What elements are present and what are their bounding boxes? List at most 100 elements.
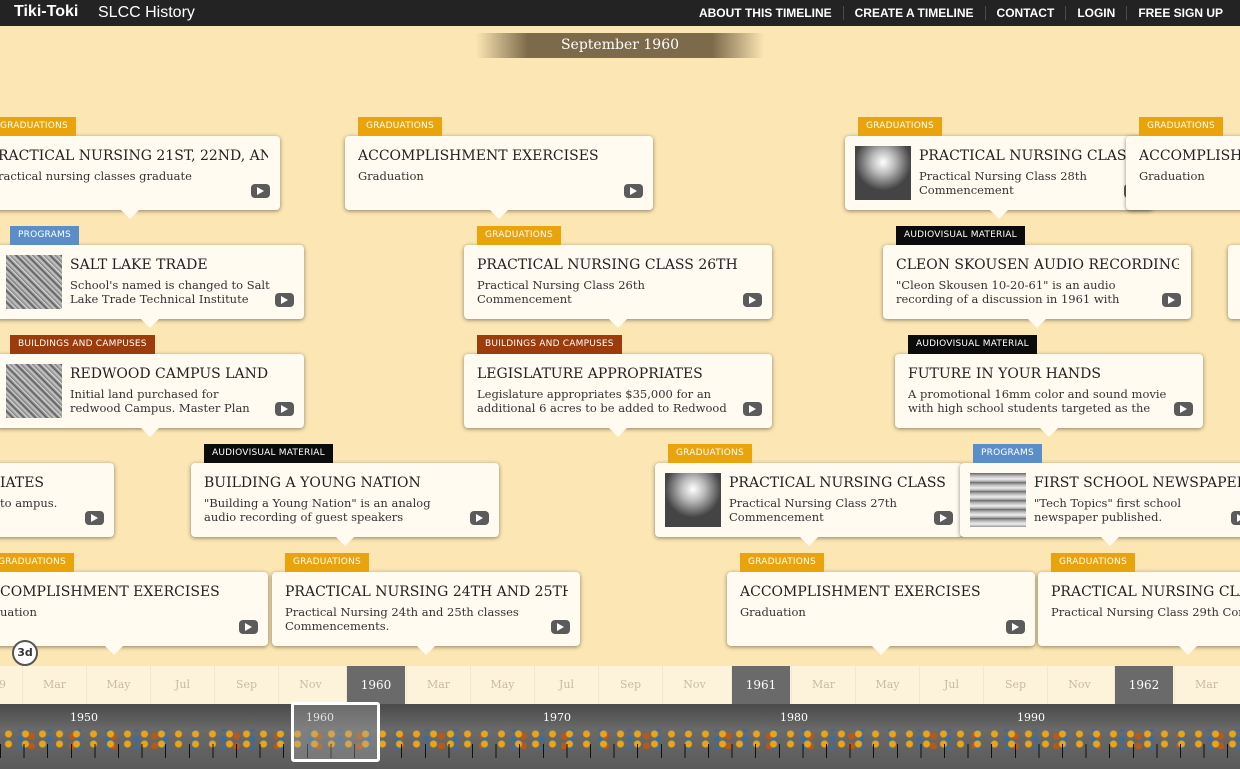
card-title: PRACTICAL NURSING CLASS (729, 475, 946, 491)
arrow-right-icon[interactable] (551, 620, 570, 634)
decade-label: 1990 (1017, 711, 1045, 724)
arrow-right-icon[interactable] (743, 293, 762, 307)
card-title: CLEON SKOUSEN AUDIO RECORDING (896, 257, 1179, 273)
month-label: Mar (1174, 666, 1238, 704)
timeline-card[interactable]: GRADUATIONS RACTICAL NURSING 21ST, 22ND,… (0, 117, 280, 219)
category-tag: GRADUATIONS (1139, 117, 1223, 136)
timeline-card[interactable]: PROGRAMS SALT LAKE TRADE School's named … (0, 226, 304, 328)
month-label: May (470, 666, 534, 704)
arrow-right-icon[interactable] (1006, 620, 1025, 634)
category-tag: GRADUATIONS (668, 444, 752, 463)
category-tag: GRADUATIONS (358, 117, 442, 136)
timeline-card[interactable]: GRADUATIONS COMPLISHMENT EXERCISES uatio… (0, 553, 268, 655)
arrow-right-icon[interactable] (275, 402, 294, 416)
timeline-card[interactable]: GRADUATIONS PRACTICAL NURSING 24TH AND 2… (272, 553, 580, 655)
month-label: Sep (983, 666, 1047, 704)
timeline-card[interactable]: GRADUATIONS ACCOMPLISHMENT EXERCISES Gra… (727, 553, 1035, 655)
year-label: 1962 (1114, 666, 1173, 704)
month-label: Nov (1047, 666, 1111, 704)
arrow-right-icon[interactable] (624, 184, 643, 198)
category-tag: AUDIOVISUAL MATERIAL (204, 444, 333, 463)
arrow-right-icon[interactable] (85, 511, 104, 525)
minimap[interactable]: 1950 1960 1970 1980 1990 (0, 702, 1240, 769)
timeline-card[interactable]: GRADUATIONS PRACTICAL NURSING CLASS Prac… (655, 444, 963, 546)
card-description: Practical Nursing Class 26th Commencemen… (477, 278, 645, 306)
year-ticks (0, 744, 1240, 758)
card-title: FIRST SCHOOL NEWSPAPER (1034, 475, 1240, 491)
timeline-card[interactable]: AUDIOVISUAL MATERIAL CLEON SKOUSEN AUDIO… (883, 226, 1191, 328)
timeline-card[interactable]: IATES to ampus. (0, 463, 114, 537)
card-description: Practical Nursing Class 28th Commencemen… (919, 169, 1087, 197)
month-label: Nov (278, 666, 342, 704)
card-description: A promotional 16mm color and sound movie… (908, 387, 1167, 415)
timeline-viewport[interactable]: September 1960 GRADUATIONS RACTICAL NURS… (0, 26, 1240, 666)
create-timeline-link[interactable]: CREATE A TIMELINE (842, 6, 985, 20)
arrow-right-icon[interactable] (470, 511, 489, 525)
card-description: Graduation (1139, 169, 1205, 183)
month-label: Jul (919, 666, 983, 704)
login-link[interactable]: LOGIN (1065, 6, 1126, 20)
category-tag: GRADUATIONS (285, 553, 369, 572)
category-tag: GRADUATIONS (0, 553, 74, 572)
month-label: May (86, 666, 150, 704)
about-timeline-link[interactable]: ABOUT THIS TIMELINE (688, 6, 843, 20)
card-description: "Tech Topics" first school newspaper pub… (1034, 496, 1182, 524)
timeline-title: SLCC History (98, 4, 195, 21)
top-navigation: ABOUT THIS TIMELINE CREATE A TIMELINE CO… (688, 0, 1234, 26)
card-description: Graduation (358, 169, 424, 183)
contact-link[interactable]: CONTACT (984, 6, 1066, 20)
timeline-card[interactable]: BUILDINGS AND CAMPUSES LEGISLATURE APPRO… (464, 335, 772, 437)
category-tag: GRADUATIONS (740, 553, 824, 572)
arrow-right-icon[interactable] (275, 293, 294, 307)
arrow-right-icon[interactable] (1162, 293, 1181, 307)
card-title: PRACTICAL NURSING CLASS 26TH (477, 257, 738, 273)
timeline-card[interactable] (1228, 245, 1240, 319)
class-photo-icon (855, 146, 911, 200)
arrow-right-icon[interactable] (239, 620, 258, 634)
month-label: 9 (0, 666, 20, 704)
timeline-card[interactable]: GRADUATIONS ACCOMPLISH Graduation (1126, 117, 1240, 210)
card-title: LEGISLATURE APPROPRIATES (477, 366, 703, 382)
month-label: Mar (406, 666, 470, 704)
month-scale[interactable]: 9 Mar May Jul Sep Nov 1960 Mar May Jul S… (0, 666, 1240, 704)
category-tag: AUDIOVISUAL MATERIAL (908, 335, 1037, 354)
card-description: Graduation (740, 605, 806, 619)
card-title: IATES (0, 475, 45, 491)
timeline-card[interactable]: GRADUATIONS ACCOMPLISHMENT EXERCISES Gra… (345, 117, 653, 219)
arrow-right-icon[interactable] (1231, 511, 1240, 525)
arrow-right-icon[interactable] (1174, 402, 1193, 416)
month-label: May (855, 666, 919, 704)
timeline-card[interactable]: GRADUATIONS PRACTICAL NURSING CLASS 26TH… (464, 226, 772, 328)
aerial-photo-icon (6, 364, 62, 418)
card-description: uation (0, 605, 37, 619)
arrow-right-icon[interactable] (251, 184, 270, 198)
month-label: Mar (22, 666, 86, 704)
category-tag: GRADUATIONS (858, 117, 942, 136)
timeline-card[interactable]: PROGRAMS FIRST SCHOOL NEWSPAPER "Tech To… (960, 444, 1240, 546)
timeline-card[interactable]: GRADUATIONS PRACTICAL NURSING CLASS Prac… (845, 117, 1153, 219)
class-photo-icon (665, 473, 721, 527)
category-tag: GRADUATIONS (0, 117, 76, 136)
month-label: Sep (214, 666, 278, 704)
timeline-card[interactable]: AUDIOVISUAL MATERIAL BUILDING A YOUNG NA… (191, 444, 499, 546)
timeline-card[interactable]: GRADUATIONS PRACTICAL NURSING CLA Practi… (1038, 553, 1240, 655)
view-3d-button[interactable]: 3d (12, 640, 38, 666)
arrow-right-icon[interactable] (934, 511, 953, 525)
minimap-view-window[interactable] (291, 702, 380, 762)
card-title: PRACTICAL NURSING 24TH AND 25TH (285, 584, 568, 600)
category-tag: BUILDINGS AND CAMPUSES (10, 335, 155, 354)
card-title: RACTICAL NURSING 21ST, 22ND, AND (0, 148, 268, 164)
month-label: Jul (150, 666, 214, 704)
free-signup-link[interactable]: FREE SIGN UP (1126, 6, 1234, 20)
top-bar: Tiki-Toki SLCC History ABOUT THIS TIMELI… (0, 0, 1240, 26)
category-tag: GRADUATIONS (1051, 553, 1135, 572)
tiki-toki-logo[interactable]: Tiki-Toki (14, 3, 78, 21)
timeline-card[interactable]: BUILDINGS AND CAMPUSES REDWOOD CAMPUS LA… (0, 335, 304, 437)
card-description: Practical Nursing 24th and 25th classes … (285, 605, 519, 633)
card-title: ACCOMPLISHMENT EXERCISES (740, 584, 981, 600)
decade-label: 1970 (543, 711, 571, 724)
category-tag: AUDIOVISUAL MATERIAL (896, 226, 1025, 245)
card-description: Practical Nursing Class 29th Comm (1051, 605, 1240, 619)
timeline-card[interactable]: AUDIOVISUAL MATERIAL FUTURE IN YOUR HAND… (895, 335, 1203, 437)
arrow-right-icon[interactable] (743, 402, 762, 416)
